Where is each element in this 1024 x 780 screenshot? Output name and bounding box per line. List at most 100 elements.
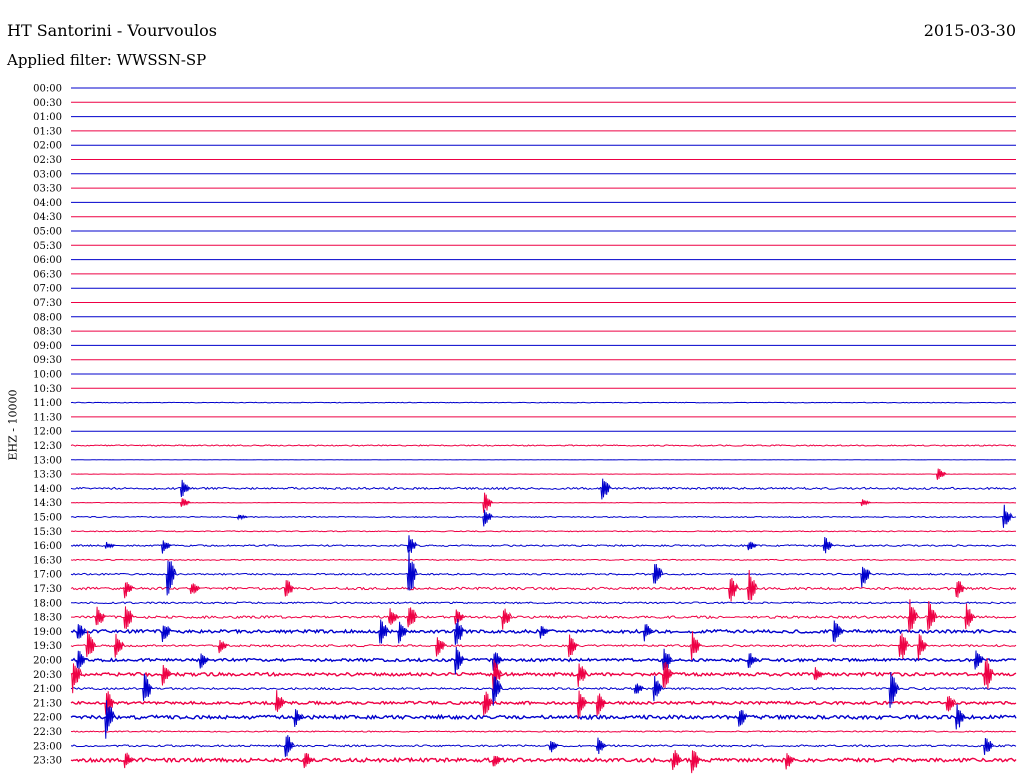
trace-1630 — [70, 558, 1017, 561]
row-label-0430: 04:30 — [33, 212, 62, 223]
event-mark-28 — [453, 609, 465, 625]
row-label-0730: 07:30 — [33, 298, 62, 309]
row-label-2200: 22:00 — [33, 713, 62, 724]
event-mark-55 — [973, 650, 985, 670]
event-mark-41 — [85, 630, 97, 657]
event-mark-85 — [671, 750, 683, 771]
row-label-1630: 16:30 — [33, 555, 62, 566]
event-mark-2 — [600, 478, 612, 500]
row-label-0900: 09:00 — [33, 341, 62, 352]
row-label-0400: 04:00 — [33, 198, 62, 209]
event-mark-72 — [595, 693, 607, 716]
row-label-1030: 10:30 — [33, 384, 62, 395]
row-label-0800: 08:00 — [33, 312, 62, 323]
event-mark-21 — [728, 577, 739, 602]
event-mark-6 — [236, 514, 248, 521]
row-label-1300: 13:00 — [33, 455, 62, 466]
row-label-2300: 23:00 — [33, 741, 62, 752]
trace-2130 — [70, 700, 1017, 706]
row-label-1730: 17:30 — [33, 584, 62, 595]
row-label-1330: 13:30 — [33, 470, 62, 481]
row-label-0700: 07:00 — [33, 284, 62, 295]
row-label-0030: 00:30 — [33, 98, 62, 109]
event-mark-32 — [964, 603, 976, 630]
event-mark-8 — [1002, 504, 1013, 528]
row-label-0500: 05:00 — [33, 227, 62, 238]
trace-1600 — [70, 544, 1017, 548]
row-label-1200: 12:00 — [33, 427, 62, 438]
event-mark-16 — [652, 563, 664, 584]
row-label-1000: 10:00 — [33, 370, 62, 381]
row-label-0830: 08:30 — [33, 327, 62, 338]
row-label-1400: 14:00 — [33, 484, 62, 495]
row-label-1100: 11:00 — [33, 398, 62, 409]
event-mark-80 — [595, 737, 607, 755]
row-label-1500: 15:00 — [33, 513, 62, 524]
row-label-0330: 03:30 — [33, 184, 62, 195]
event-mark-44 — [435, 637, 447, 657]
row-label-1230: 12:30 — [33, 441, 62, 452]
trace-1530 — [70, 530, 1017, 533]
trace-1400 — [70, 486, 1017, 491]
trace-1700 — [70, 572, 1017, 576]
event-mark-24 — [94, 606, 106, 626]
trace-lines — [70, 87, 1017, 764]
event-mark-86 — [690, 750, 702, 774]
row-labels: 00:00 00:30 01:00 01:30 02:00 02:30 03:00 03:30… — [33, 84, 62, 767]
row-label-1830: 18:30 — [33, 613, 62, 624]
event-mark-17 — [860, 566, 872, 588]
event-mark-50 — [198, 653, 210, 669]
event-mark-63 — [142, 673, 153, 701]
row-label-1530: 15:30 — [33, 527, 62, 538]
event-mark-34 — [161, 625, 172, 643]
row-label-0530: 05:30 — [33, 241, 62, 252]
event-mark-25 — [123, 606, 135, 630]
event-mark-78 — [283, 735, 295, 757]
row-label-1600: 16:00 — [33, 541, 62, 552]
row-label-2000: 20:00 — [33, 656, 62, 667]
row-label-1430: 14:30 — [33, 498, 62, 509]
trace-1800 — [70, 601, 1017, 605]
row-label-0300: 03:00 — [33, 169, 62, 180]
row-label-0130: 01:30 — [33, 126, 62, 137]
row-label-0230: 02:30 — [33, 155, 62, 166]
row-label-0000: 00:00 — [33, 84, 62, 95]
row-label-0930: 09:30 — [33, 355, 62, 366]
trace-1100 — [70, 401, 1017, 404]
row-label-0100: 01:00 — [33, 112, 62, 123]
event-mark-79 — [548, 740, 560, 753]
trace-1500 — [70, 515, 1017, 519]
event-mark-51 — [453, 646, 465, 675]
trace-2230 — [70, 730, 1017, 733]
event-mark-87 — [784, 753, 796, 770]
event-mark-9 — [104, 541, 116, 549]
event-mark-71 — [576, 690, 588, 720]
event-mark-1 — [179, 479, 191, 498]
trace-1230 — [70, 444, 1017, 447]
row-label-1900: 19:00 — [33, 627, 62, 638]
trace-2300 — [70, 744, 1017, 748]
row-label-0200: 02:00 — [33, 141, 62, 152]
row-label-2230: 22:30 — [33, 727, 62, 738]
trace-2100 — [70, 686, 1017, 691]
event-mark-14 — [165, 560, 177, 596]
event-mark-49 — [76, 650, 87, 670]
event-mark-20 — [283, 580, 295, 597]
row-label-1130: 11:30 — [33, 412, 62, 423]
event-mark-29 — [501, 608, 513, 630]
event-mark-43 — [217, 639, 229, 654]
row-label-2130: 21:30 — [33, 698, 62, 709]
event-mark-61 — [813, 667, 824, 681]
event-mark-10 — [161, 540, 172, 554]
event-mark-59 — [576, 663, 588, 687]
trace-1730 — [70, 586, 1017, 591]
trace-2200 — [70, 713, 1017, 721]
event-mark-7 — [482, 509, 494, 527]
row-label-1930: 19:30 — [33, 641, 62, 652]
trace-2330 — [70, 756, 1017, 764]
row-label-2030: 20:30 — [33, 670, 62, 681]
row-label-0600: 06:00 — [33, 255, 62, 266]
row-label-1700: 17:00 — [33, 570, 62, 581]
event-mark-13 — [822, 536, 834, 554]
event-mark-48 — [917, 634, 928, 660]
